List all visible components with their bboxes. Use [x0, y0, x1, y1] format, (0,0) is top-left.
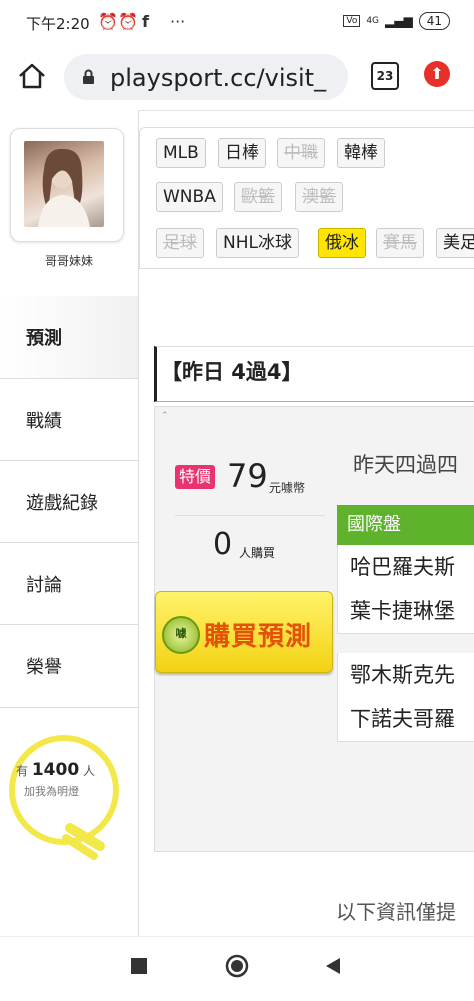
tag-nhl[interactable]: NHL冰球: [216, 228, 299, 258]
tag-aus-basketball: 澳籃: [295, 182, 343, 212]
sidebar-item-label: 榮譽: [26, 657, 62, 678]
match-team-home: 鄂木斯克先: [350, 663, 455, 687]
network-type: 4G: [366, 16, 380, 26]
intl-market-header: 國際盤: [337, 505, 474, 545]
recent-apps-icon[interactable]: [130, 957, 148, 975]
price-unit: 元噱幣: [269, 481, 306, 495]
buyer-unit: 人購買: [239, 546, 276, 560]
main-content: MLB 日棒 中職 韓棒 WNBA 歐籃 澳籃 足球 NHL冰球 俄冰 賽馬 美…: [138, 110, 474, 936]
tag-football: 足球: [156, 228, 204, 258]
buy-button-label: 購買預測: [204, 622, 313, 652]
status-right: Vo 4G ▂▄▆ 41: [343, 12, 450, 30]
sidebar: 哥哥妹妹 預測 戰績 遊戲紀錄 討論 榮譽 有 1400 人 加我為明燈: [0, 110, 139, 936]
tag-euro-basketball: 歐籃: [234, 182, 282, 212]
system-nav-bar: [0, 936, 474, 1001]
home-icon[interactable]: [16, 60, 48, 92]
volte-icon: Vo: [343, 15, 361, 27]
more-notifications-icon: ···: [170, 12, 186, 31]
sidebar-item-honors[interactable]: 榮譽: [0, 624, 138, 708]
sidebar-item-record[interactable]: 戰績: [0, 378, 138, 461]
tag-khl[interactable]: 俄冰: [318, 228, 366, 258]
sidebar-item-label: 遊戲紀錄: [26, 493, 98, 514]
footer-note: 以下資訊僅提: [336, 900, 456, 924]
page-title: 【昨日 4過4】: [154, 346, 474, 402]
divider: [175, 515, 325, 516]
address-bar[interactable]: playsport.cc/visit_: [64, 54, 348, 100]
lock-icon: [83, 69, 94, 84]
signal-icon: ▂▄▆: [385, 14, 413, 28]
tag-kbo[interactable]: 韓棒: [337, 138, 385, 168]
sidebar-item-label: 預測: [26, 328, 62, 349]
summary-text: 昨天四過四: [353, 453, 458, 477]
sidebar-item-label: 討論: [26, 575, 62, 596]
special-price-badge: 特價: [175, 465, 216, 489]
match-team-away: 葉卡捷琳堡: [350, 599, 455, 623]
battery-level: 41: [418, 12, 450, 30]
browser-toolbar: playsport.cc/visit_ 23 ⬆: [0, 44, 474, 111]
tag-mlb[interactable]: MLB: [156, 138, 206, 168]
url-text: playsport.cc/visit_: [110, 64, 327, 92]
tag-nfl[interactable]: 美足: [436, 228, 474, 258]
tab-count-button[interactable]: 23: [371, 62, 399, 90]
sidebar-item-predict[interactable]: 預測: [0, 296, 138, 378]
alarm-icon: ⏰: [118, 12, 138, 31]
light-cta[interactable]: 加我為明燈: [24, 783, 79, 799]
tag-wnba[interactable]: WNBA: [156, 182, 223, 212]
buy-prediction-button[interactable]: 噱 購買預測: [155, 591, 333, 673]
avatar-card[interactable]: [10, 128, 124, 242]
sport-tags: MLB 日棒 中職 韓棒 WNBA 歐籃 澳籃 足球 NHL冰球 俄冰 賽馬 美…: [139, 127, 474, 269]
prediction-panel: ⌃ 特價 79 元噱幣 0 人購買 噱 購買預測 昨天四過四 國際盤 哈巴羅夫斯…: [154, 406, 474, 852]
avatar: [24, 141, 104, 227]
tag-npb[interactable]: 日棒: [218, 138, 266, 168]
sidebar-item-label: 戰績: [26, 411, 62, 432]
tag-cpbl: 中職: [277, 138, 325, 168]
back-icon[interactable]: [324, 957, 342, 975]
buyer-count: 0: [213, 527, 233, 562]
sidebar-item-game-history[interactable]: 遊戲紀錄: [0, 460, 138, 543]
sidebar-item-discussion[interactable]: 討論: [0, 542, 138, 625]
price-value: 79: [227, 457, 268, 495]
match-item[interactable]: 鄂木斯克先 下諾夫哥羅: [337, 653, 474, 742]
coin-icon: 噱: [162, 616, 200, 654]
light-count: 有 1400 人: [16, 760, 96, 780]
tag-horse-racing: 賽馬: [376, 228, 424, 258]
collapse-icon[interactable]: ⌃: [161, 411, 169, 421]
home-circle-icon[interactable]: [225, 954, 249, 978]
alarm-icon: ⏰: [98, 12, 118, 31]
facebook-icon: f: [142, 12, 149, 31]
match-team-away: 下諾夫哥羅: [350, 707, 455, 731]
light-bulb-icon[interactable]: [8, 734, 128, 864]
user-name: 哥哥妹妹: [44, 254, 93, 268]
status-bar: 下午2:20 ⏰ ⏰ f ··· Vo 4G ▂▄▆ 41: [0, 0, 474, 44]
match-team-home: 哈巴羅夫斯: [350, 555, 455, 579]
update-arrow-icon[interactable]: ⬆: [424, 61, 450, 87]
status-time: 下午2:20: [26, 15, 90, 33]
match-item[interactable]: 哈巴羅夫斯 葉卡捷琳堡: [337, 545, 474, 634]
